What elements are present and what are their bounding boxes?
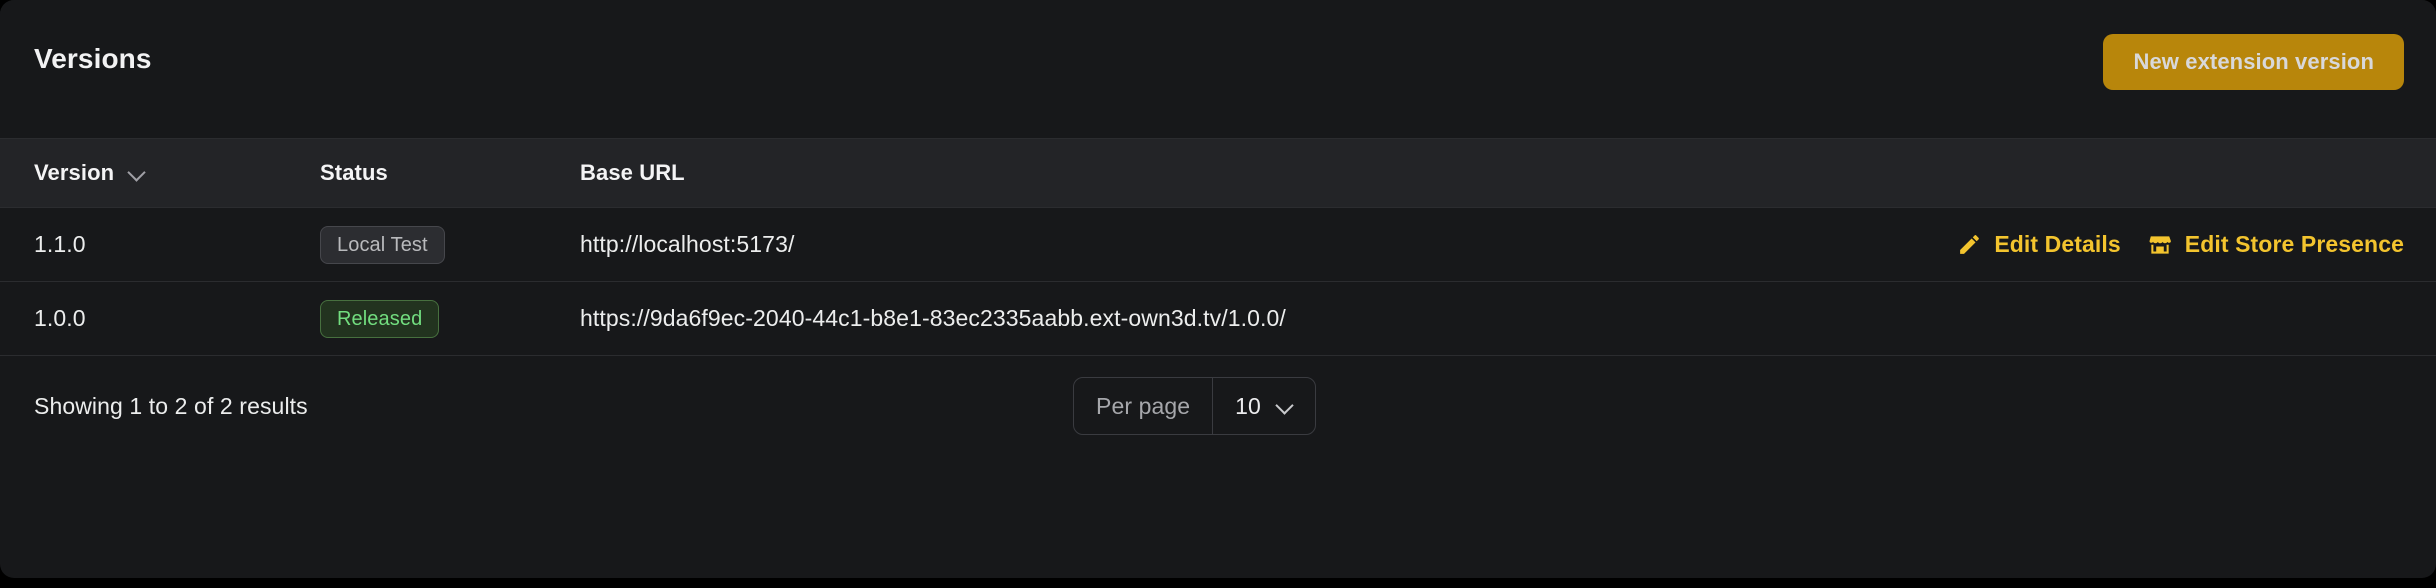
per-page-value-text: 10 bbox=[1235, 392, 1261, 419]
edit-store-presence-link[interactable]: Edit Store Presence bbox=[2147, 231, 2404, 258]
results-summary: Showing 1 to 2 of 2 results bbox=[34, 392, 308, 419]
cell-version: 1.1.0 bbox=[34, 231, 86, 257]
versions-card: Versions New extension version Version S… bbox=[0, 0, 2436, 578]
versions-table: Version Status Base URL 1.1.0 Local Test bbox=[0, 138, 2436, 356]
column-header-base-url: Base URL bbox=[580, 160, 1716, 186]
edit-details-label: Edit Details bbox=[1994, 231, 2121, 257]
table-row: 1.0.0 Released https://9da6f9ec-2040-44c… bbox=[0, 282, 2436, 356]
column-header-status-label: Status bbox=[320, 160, 388, 185]
page-title: Versions bbox=[34, 43, 152, 74]
per-page-label: Per page bbox=[1074, 378, 1214, 434]
cell-base-url: http://localhost:5173/ bbox=[580, 231, 1716, 258]
pencil-icon bbox=[1956, 232, 1982, 258]
per-page-selector[interactable]: Per page 10 bbox=[1073, 377, 1316, 435]
edit-details-link[interactable]: Edit Details bbox=[1956, 231, 2121, 258]
row-actions: Edit Details Edit Store Presence bbox=[1956, 231, 2404, 258]
cell-base-url: https://9da6f9ec-2040-44c1-b8e1-83ec2335… bbox=[580, 305, 1716, 332]
page-root: Versions New extension version Version S… bbox=[0, 0, 2436, 588]
status-badge: Local Test bbox=[320, 225, 445, 264]
card-header: Versions New extension version bbox=[0, 0, 2436, 138]
cell-actions: Edit Details Edit Store Presence bbox=[1716, 231, 2436, 258]
cell-version: 1.0.0 bbox=[34, 305, 86, 331]
table-row: 1.1.0 Local Test http://localhost:5173/ bbox=[0, 208, 2436, 282]
column-header-version[interactable]: Version bbox=[0, 160, 320, 186]
per-page-value[interactable]: 10 bbox=[1213, 378, 1315, 434]
base-url-text: http://localhost:5173/ bbox=[580, 231, 795, 257]
chevron-down-icon bbox=[1277, 397, 1295, 415]
column-header-status: Status bbox=[320, 160, 580, 186]
table-footer: Showing 1 to 2 of 2 results Per page 10 bbox=[0, 356, 2436, 456]
cell-status: Released bbox=[320, 299, 580, 338]
column-header-version-label: Version bbox=[34, 160, 115, 185]
edit-store-presence-label: Edit Store Presence bbox=[2184, 231, 2404, 257]
status-badge: Released bbox=[320, 299, 440, 338]
chevron-down-icon bbox=[128, 163, 148, 183]
cell-status: Local Test bbox=[320, 225, 580, 264]
column-header-base-url-label: Base URL bbox=[580, 160, 685, 185]
storefront-icon bbox=[2147, 232, 2173, 258]
table-header-row: Version Status Base URL bbox=[0, 138, 2436, 208]
new-extension-version-button[interactable]: New extension version bbox=[2103, 34, 2404, 90]
base-url-text: https://9da6f9ec-2040-44c1-b8e1-83ec2335… bbox=[580, 305, 1286, 331]
